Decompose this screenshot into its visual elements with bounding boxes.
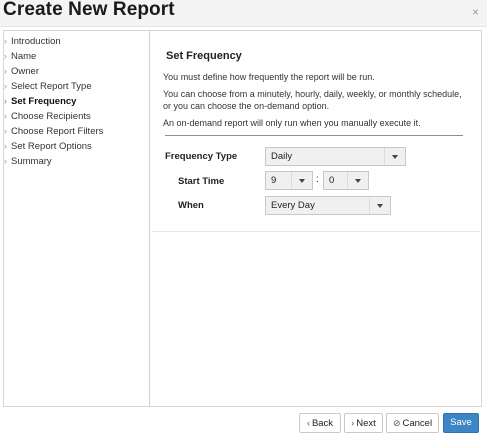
chevron-right-icon: › (4, 126, 7, 136)
wizard-frame: › Introduction › Name › Owner › Select Repor… (3, 30, 482, 407)
step-label: Choose Recipients (11, 111, 91, 122)
section-divider (165, 135, 463, 136)
chevron-right-icon: › (4, 36, 7, 46)
next-button[interactable]: › Next (344, 413, 383, 433)
step-label: Introduction (11, 36, 61, 47)
info-paragraph: An on-demand report will only run when y… (163, 118, 421, 128)
chevron-right-icon: › (4, 51, 7, 61)
step-label: Name (11, 51, 37, 62)
info-paragraph: You can choose from a minutely, hourly, … (163, 89, 462, 111)
step-label: Set Frequency (11, 96, 77, 107)
step-summary[interactable]: › Summary (4, 154, 52, 168)
step-label: Owner (11, 66, 39, 77)
step-introduction[interactable]: › Introduction (4, 34, 61, 48)
save-label: Save (450, 417, 472, 428)
caret-down-icon (347, 172, 368, 189)
caret-down-icon (384, 148, 405, 165)
next-label: Next (356, 418, 376, 429)
when-select[interactable]: Every Day (265, 196, 391, 215)
when-label: When (178, 200, 204, 211)
chevron-right-icon: › (4, 156, 7, 166)
step-select-report-type[interactable]: › Select Report Type (4, 79, 92, 93)
info-paragraph: You must define how frequently the repor… (163, 72, 375, 82)
set-frequency-panel: Set Frequency You must define how freque… (152, 38, 480, 232)
chevron-right-icon: › (4, 96, 7, 106)
save-button[interactable]: Save (443, 413, 479, 433)
ban-icon: ⊘ (392, 418, 401, 428)
start-time-label: Start Time (178, 176, 225, 187)
caret-down-icon (369, 197, 390, 214)
start-hour-select[interactable]: 9 (265, 171, 313, 190)
cancel-label: Cancel (402, 418, 433, 429)
step-label: Choose Report Filters (11, 126, 104, 137)
when-value: Every Day (271, 200, 315, 211)
time-separator: : (316, 174, 319, 185)
chevron-right-icon: › (4, 141, 7, 151)
step-set-frequency[interactable]: › Set Frequency (4, 94, 76, 108)
step-label: Select Report Type (11, 81, 92, 92)
dialog-title: Create New Report (3, 0, 175, 20)
close-icon[interactable]: × (472, 5, 479, 19)
back-button[interactable]: ‹ Back (299, 413, 341, 433)
start-minute-value: 0 (329, 175, 335, 186)
step-choose-report-filters[interactable]: › Choose Report Filters (4, 124, 103, 138)
step-label: Set Report Options (11, 141, 92, 152)
back-label: Back (311, 418, 334, 429)
step-name[interactable]: › Name (4, 49, 36, 63)
start-hour-value: 9 (271, 175, 277, 186)
chevron-right-icon: › (4, 111, 7, 121)
frequency-type-value: Daily (271, 151, 293, 162)
chevron-left-icon: ‹ (306, 418, 310, 428)
chevron-right-icon: › (4, 81, 7, 91)
panel-title: Set Frequency (166, 50, 242, 62)
start-minute-select[interactable]: 0 (323, 171, 369, 190)
chevron-right-icon: › (4, 66, 7, 76)
chevron-right-icon: › (351, 418, 355, 428)
caret-down-icon (291, 172, 312, 189)
step-label: Summary (11, 156, 52, 167)
wizard-steps-sidebar: › Introduction › Name › Owner › Select Repor… (4, 31, 150, 406)
dialog-header: Create New Report × (0, 0, 487, 27)
frequency-type-label: Frequency Type (165, 151, 238, 162)
step-choose-recipients[interactable]: › Choose Recipients (4, 109, 91, 123)
frequency-type-select[interactable]: Daily (265, 147, 406, 166)
step-owner[interactable]: › Owner (4, 64, 39, 78)
cancel-button[interactable]: ⊘ Cancel (386, 413, 439, 433)
step-set-report-options[interactable]: › Set Report Options (4, 139, 92, 153)
